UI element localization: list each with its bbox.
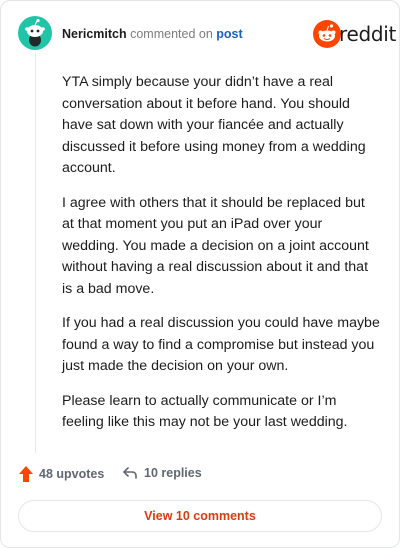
comment-card: Nericmitch commented on post reddit YTA …: [0, 0, 400, 548]
author-name[interactable]: Nericmitch: [62, 27, 127, 41]
upvote-count: 48 upvotes: [39, 467, 105, 481]
snoo-avatar-icon[interactable]: [18, 16, 52, 50]
reply-arrow-icon: [123, 467, 137, 479]
upvote-arrow-icon: [19, 466, 33, 482]
comment-paragraph: If you had a real discussion you could h…: [62, 315, 380, 374]
reddit-wordmark[interactable]: reddit: [339, 22, 396, 46]
reddit-alien-icon[interactable]: [313, 20, 341, 48]
replies-button[interactable]: 10 replies: [122, 465, 202, 481]
comment-body: YTA simply because your didn’t have a re…: [62, 72, 380, 447]
reply-count: 10 replies: [144, 466, 202, 480]
comment-paragraph: Please learn to actually communicate or …: [62, 392, 348, 431]
comment-paragraph: I agree with others that it should be re…: [62, 194, 369, 297]
view-comments-button[interactable]: View 10 comments: [18, 500, 382, 532]
thread-line[interactable]: [35, 53, 36, 453]
comment-header: Nericmitch commented on post: [62, 26, 243, 42]
post-link[interactable]: post: [216, 27, 242, 41]
action-text: commented on: [130, 27, 213, 41]
upvote-button[interactable]: 48 upvotes: [18, 465, 104, 483]
comment-paragraph: YTA simply because your didn’t have a re…: [62, 74, 366, 176]
